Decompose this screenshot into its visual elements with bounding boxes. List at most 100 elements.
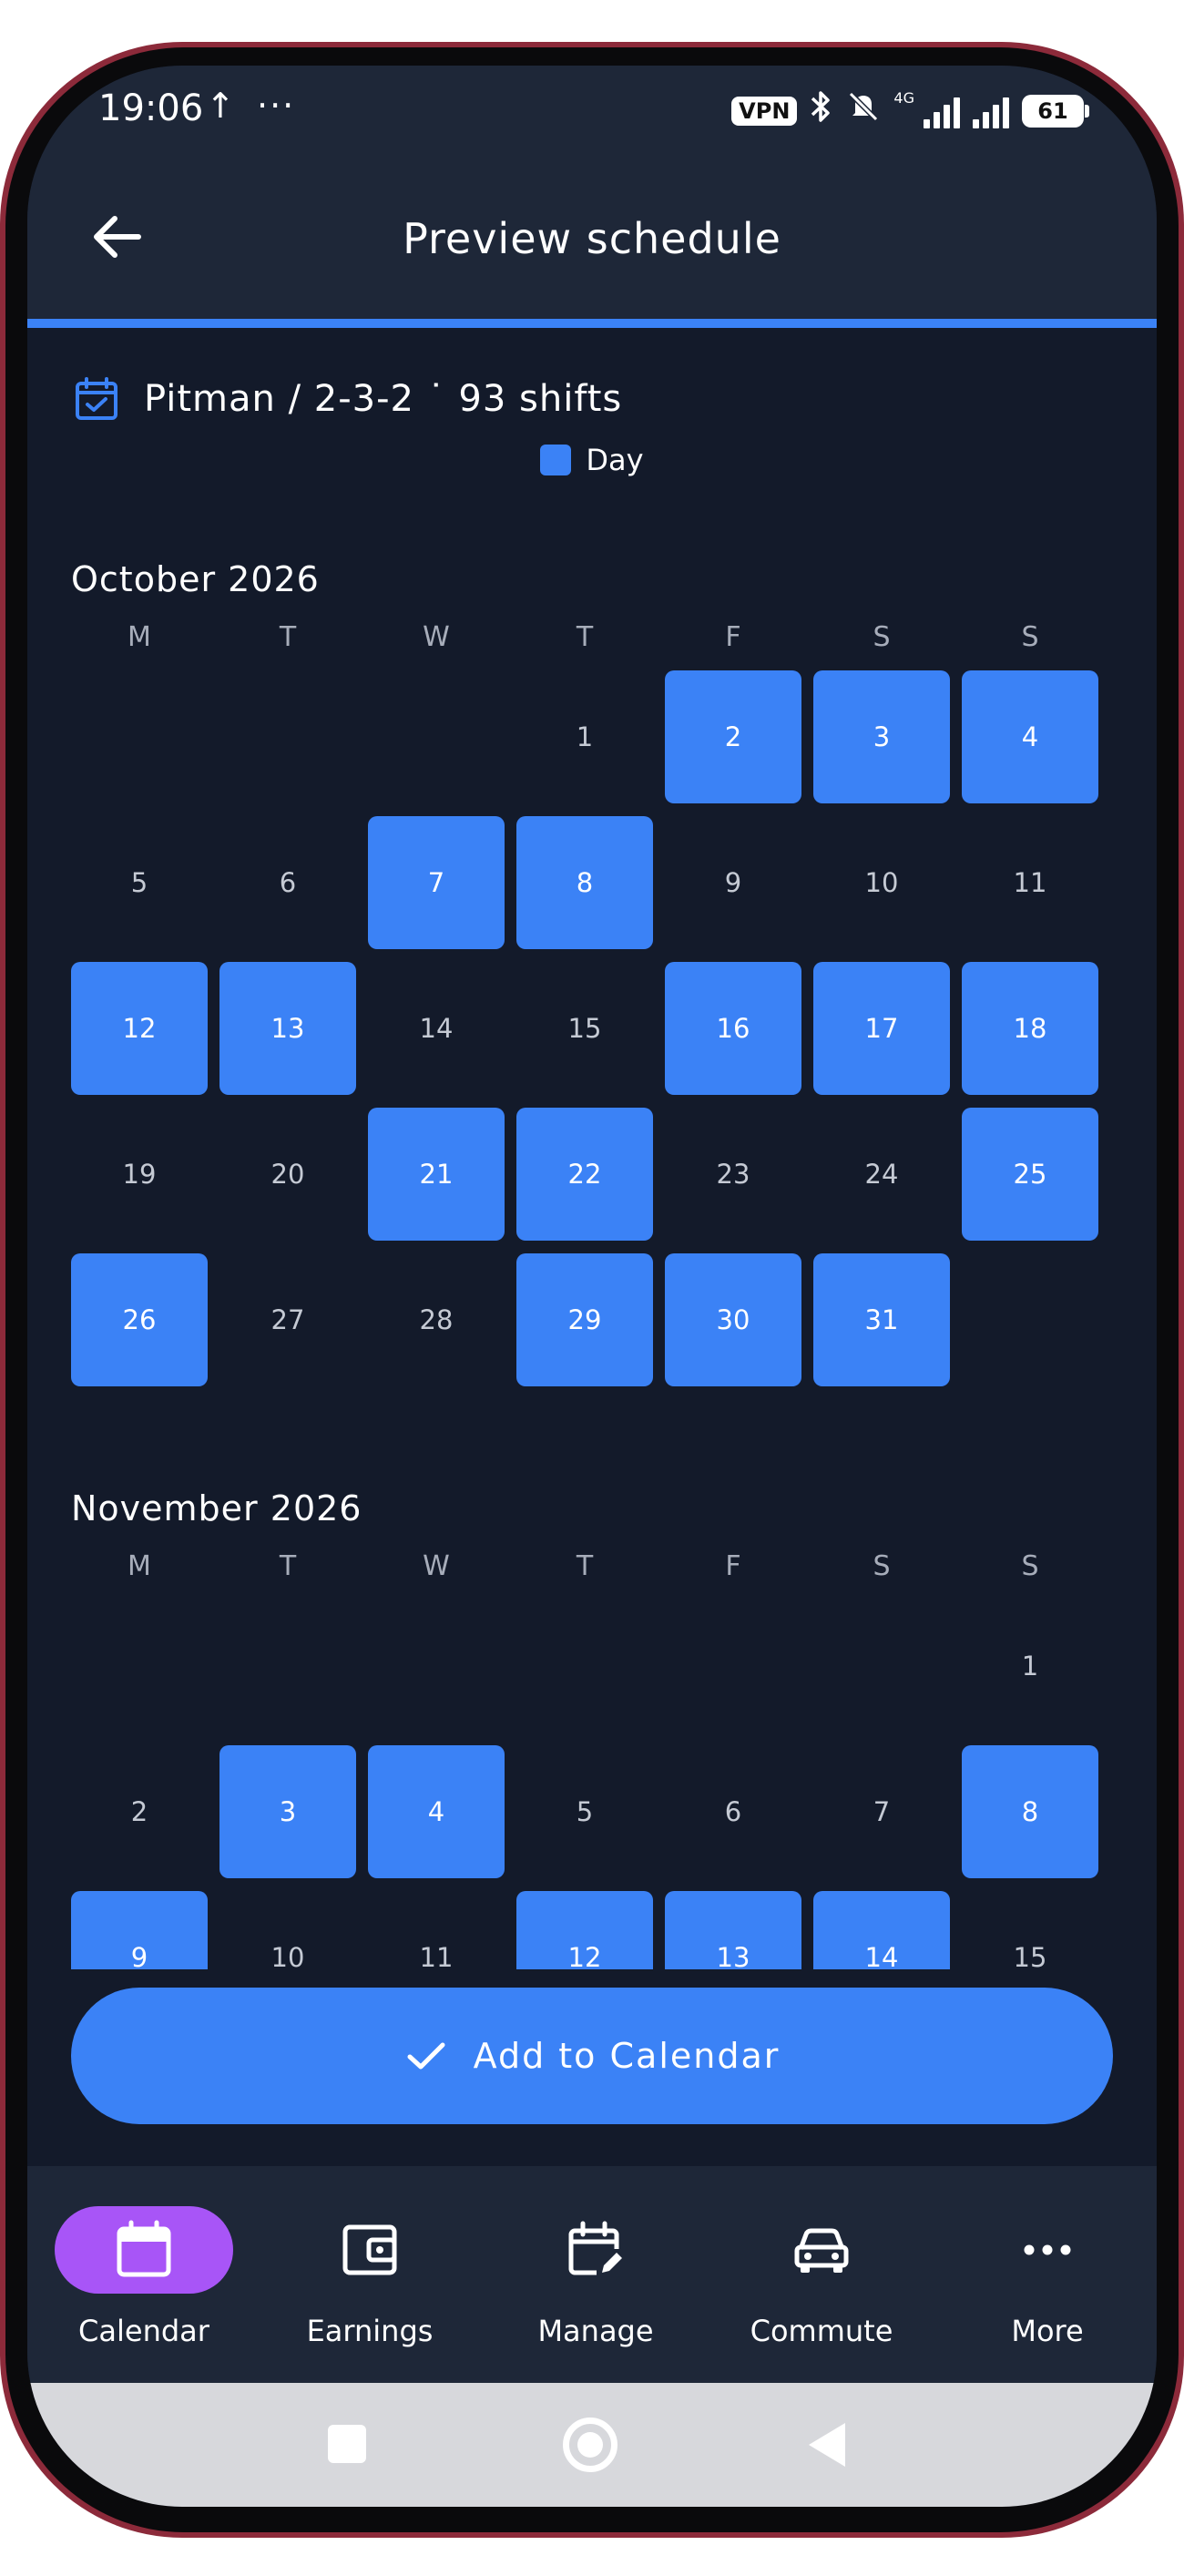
day-cell-shift[interactable]: 9 [71, 1891, 208, 1969]
day-cell[interactable]: 10 [219, 1891, 356, 1969]
network-type: 4G [893, 89, 914, 107]
nav-icon-container [506, 2206, 685, 2294]
nav-label-calendar: Calendar [78, 2314, 209, 2348]
progress-indicator [27, 319, 1157, 328]
weekday-header: MTWTFSS [71, 1550, 1118, 1587]
nav-icon-container [732, 2206, 911, 2294]
nav-item-manage[interactable]: Manage [483, 2166, 709, 2383]
month-title: October 2026 [71, 559, 320, 599]
day-cell-shift[interactable]: 22 [516, 1108, 653, 1241]
signal-icon [924, 94, 960, 128]
day-cell-shift[interactable]: 4 [962, 670, 1098, 803]
day-cell[interactable]: 10 [813, 816, 950, 949]
legend: Day [27, 443, 1157, 477]
day-cell-shift[interactable]: 31 [813, 1253, 950, 1386]
day-cell-shift[interactable]: 2 [665, 670, 801, 803]
day-cell[interactable]: 11 [962, 816, 1098, 949]
back-button[interactable] [73, 193, 160, 281]
bluetooth-icon [810, 89, 833, 132]
nav-label-earnings: Earnings [306, 2314, 434, 2348]
day-cell-shift[interactable]: 3 [813, 670, 950, 803]
weekday-label: F [725, 1550, 741, 1582]
day-cell-shift[interactable]: 16 [665, 962, 801, 1095]
screen: 19:06 ↑ ··· VPN 4G 61 Preview schedule P… [27, 66, 1157, 2507]
day-cell[interactable]: 1 [962, 1600, 1098, 1733]
schedule-summary: Pitman / 2-3-2 ˙ 93 shifts [73, 368, 622, 430]
day-cell-shift[interactable]: 14 [813, 1891, 950, 1969]
weekday-label: M [128, 621, 151, 653]
day-cell[interactable]: 15 [962, 1891, 1098, 1969]
day-cell[interactable]: 27 [219, 1253, 356, 1386]
day-cell-shift[interactable]: 29 [516, 1253, 653, 1386]
day-cell[interactable]: 5 [516, 1745, 653, 1878]
nav-item-more[interactable]: More [934, 2166, 1157, 2383]
calendar-check-icon [76, 377, 117, 420]
day-cell-shift[interactable]: 12 [516, 1891, 653, 1969]
day-cell-shift[interactable]: 7 [368, 816, 505, 949]
day-cell-shift[interactable]: 8 [516, 816, 653, 949]
nav-item-earnings[interactable]: Earnings [257, 2166, 483, 2383]
arrow-left-icon [94, 216, 141, 258]
check-icon [407, 2042, 445, 2070]
day-cell[interactable]: 1 [516, 670, 653, 803]
day-cell-shift[interactable]: 3 [219, 1745, 356, 1878]
day-cell-shift[interactable]: 25 [962, 1108, 1098, 1241]
page-title: Preview schedule [403, 214, 781, 263]
summary-text: Pitman / 2-3-2 ˙ 93 shifts [144, 378, 623, 420]
day-cell[interactable]: 28 [368, 1253, 505, 1386]
day-cell[interactable]: 20 [219, 1108, 356, 1241]
nav-item-commute[interactable]: Commute [709, 2166, 934, 2383]
signal-icon-2 [973, 94, 1009, 128]
day-cell-shift[interactable]: 4 [368, 1745, 505, 1878]
add-to-calendar-button[interactable]: Add to Calendar [71, 1988, 1113, 2124]
more-notifications-icon: ··· [257, 86, 296, 126]
day-cell[interactable]: 6 [219, 816, 356, 949]
day-cell-shift[interactable]: 30 [665, 1253, 801, 1386]
day-cell[interactable]: 15 [516, 962, 653, 1095]
weekday-label: S [1021, 1550, 1039, 1582]
weekday-label: M [128, 1550, 151, 1582]
calendar-scroll-area[interactable]: October 2026 M T W T F S S 1 2 3 4 5 6 7 8 9 10 11 12 13 14 15… [27, 539, 1157, 1969]
day-cell-shift[interactable]: 17 [813, 962, 950, 1095]
nav-icon-container [55, 2206, 233, 2294]
nav-label-more: More [1011, 2314, 1084, 2348]
weekday-label: S [873, 1550, 891, 1582]
day-cell-shift[interactable]: 18 [962, 962, 1098, 1095]
legend-label: Day [586, 443, 644, 477]
weekday-label: S [1021, 621, 1039, 653]
day-cell-shift[interactable]: 13 [665, 1891, 801, 1969]
day-cell-shift[interactable]: 21 [368, 1108, 505, 1241]
day-cell[interactable]: 23 [665, 1108, 801, 1241]
day-cell[interactable]: 7 [813, 1745, 950, 1878]
day-cell[interactable]: 9 [665, 816, 801, 949]
status-bar: 19:06 ↑ ··· VPN 4G 61 [27, 66, 1157, 166]
system-back-button[interactable] [809, 2423, 845, 2467]
day-cell-shift[interactable]: 12 [71, 962, 208, 1095]
vpn-icon: VPN [731, 96, 798, 126]
weekday-header: MTWTFSS [71, 621, 1118, 658]
day-cell[interactable]: 19 [71, 1108, 208, 1241]
bottom-navigation: Calendar Earnings Manage Commute More [27, 2166, 1157, 2383]
nav-label-manage: Manage [537, 2314, 654, 2348]
calendar-edit-icon [568, 2221, 622, 2275]
day-cell[interactable]: 24 [813, 1108, 950, 1241]
wallet-icon [342, 2224, 397, 2275]
weekday-label: T [576, 621, 594, 653]
mute-bell-icon [846, 89, 881, 132]
weekday-label: T [279, 621, 297, 653]
day-cell[interactable]: 6 [665, 1745, 801, 1878]
day-cell-shift[interactable]: 26 [71, 1253, 208, 1386]
day-cell[interactable]: 5 [71, 816, 208, 949]
day-cell[interactable]: 11 [368, 1891, 505, 1969]
weekday-label: F [725, 621, 741, 653]
day-cell[interactable]: 2 [71, 1745, 208, 1878]
day-cell-shift[interactable]: 8 [962, 1745, 1098, 1878]
home-button[interactable] [563, 2418, 618, 2472]
add-to-calendar-label: Add to Calendar [473, 2036, 781, 2076]
nav-item-calendar[interactable]: Calendar [31, 2166, 257, 2383]
day-cell[interactable]: 14 [368, 962, 505, 1095]
nav-icon-container [281, 2206, 459, 2294]
legend-swatch [540, 445, 572, 475]
recents-button[interactable] [328, 2425, 366, 2463]
day-cell-shift[interactable]: 13 [219, 962, 356, 1095]
